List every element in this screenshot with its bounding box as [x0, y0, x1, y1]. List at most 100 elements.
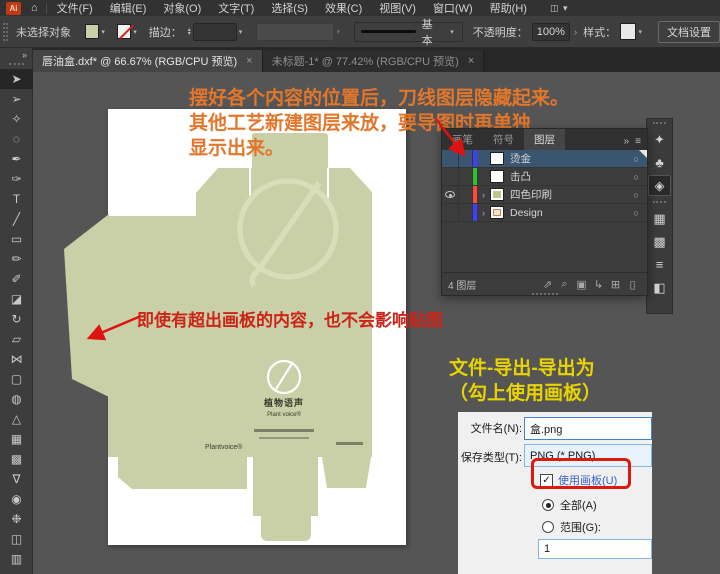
- curvature-tool[interactable]: ✑: [0, 169, 33, 189]
- menu-edit[interactable]: 编辑(E): [110, 0, 147, 16]
- panel-grip-icon[interactable]: [9, 63, 24, 65]
- direct-selection-tool[interactable]: ➢: [0, 89, 33, 109]
- opacity-field[interactable]: 100%: [532, 23, 570, 41]
- layer-name[interactable]: 四色印刷: [510, 187, 625, 202]
- visibility-toggle[interactable]: [442, 150, 459, 167]
- document-tab[interactable]: 未标题-1* @ 77.42% (RGB/CPU 预览)×: [263, 50, 485, 72]
- line-segment-tool[interactable]: ╱: [0, 209, 33, 229]
- chevron-right-icon[interactable]: ›: [574, 27, 577, 37]
- shaper-tool[interactable]: ✐: [0, 269, 33, 289]
- magic-wand-tool[interactable]: ✧: [0, 109, 33, 129]
- delete-layer-button[interactable]: ▯: [624, 278, 641, 291]
- chevron-down-icon[interactable]: ▾: [101, 28, 105, 36]
- layer-row-hot-stamping[interactable]: › 烫金 ○: [442, 150, 647, 168]
- eyedropper-tool[interactable]: ∇: [0, 469, 33, 489]
- menu-help[interactable]: 帮助(H): [490, 0, 527, 16]
- document-setup-button[interactable]: 文档设置: [658, 21, 720, 43]
- layer-row-emboss[interactable]: › 击凸 ○: [442, 168, 647, 186]
- target-circle[interactable]: ○: [625, 190, 647, 200]
- selection-tool[interactable]: ➤: [0, 69, 33, 89]
- new-sublayer-button[interactable]: ↳: [590, 278, 607, 291]
- panel-grip-icon[interactable]: [653, 122, 666, 124]
- layer-name[interactable]: Design: [510, 207, 625, 219]
- stroke-color-swatch[interactable]: [117, 24, 131, 39]
- panel-grip-icon[interactable]: [3, 23, 8, 41]
- document-tab-active[interactable]: 唇油盒.dxf* @ 66.67% (RGB/CPU 预览)×: [33, 50, 263, 72]
- paintbrush-tool[interactable]: ✏: [0, 249, 33, 269]
- close-icon[interactable]: ×: [468, 55, 474, 67]
- pathfinder-panel-icon[interactable]: ◧: [648, 277, 671, 298]
- free-transform-tool[interactable]: ▢: [0, 369, 33, 389]
- home-icon[interactable]: ⌂: [31, 2, 38, 14]
- eraser-tool[interactable]: ◪: [0, 289, 33, 309]
- all-label[interactable]: 全部(A): [560, 497, 597, 513]
- chevron-down-icon[interactable]: ▾: [638, 28, 642, 36]
- chevron-down-icon[interactable]: ▾: [133, 28, 137, 36]
- mesh-tool[interactable]: ▦: [0, 429, 33, 449]
- pen-tool[interactable]: ✒: [0, 149, 33, 169]
- stroke-weight-stepper[interactable]: ▴▾: [188, 28, 191, 36]
- panel-resize-grip[interactable]: [532, 293, 558, 295]
- shape-builder-tool[interactable]: ◍: [0, 389, 33, 409]
- app-logo[interactable]: Ai: [6, 2, 21, 15]
- collapse-panel-icon[interactable]: »: [624, 136, 630, 147]
- scale-tool[interactable]: ▱: [0, 329, 33, 349]
- tab-brushes[interactable]: 画笔: [442, 129, 483, 150]
- lock-toggle[interactable]: [459, 150, 473, 167]
- rectangle-tool[interactable]: ▭: [0, 229, 33, 249]
- menu-select[interactable]: 选择(S): [271, 0, 308, 16]
- symbol-sprayer-tool[interactable]: ❉: [0, 509, 33, 529]
- menu-type[interactable]: 文字(T): [218, 0, 254, 16]
- range-input[interactable]: 1: [538, 539, 652, 559]
- target-circle[interactable]: ○: [625, 172, 647, 182]
- collapse-panel-icon[interactable]: »: [0, 48, 32, 60]
- stroke-weight-field[interactable]: [193, 23, 237, 41]
- filename-input[interactable]: 盒.png: [524, 417, 652, 440]
- panel-menu-icon[interactable]: ≡: [635, 136, 641, 147]
- width-tool[interactable]: ⋈: [0, 349, 33, 369]
- tab-layers[interactable]: 图层: [524, 129, 565, 150]
- clipping-mask-button[interactable]: ▣: [573, 278, 590, 291]
- visibility-toggle[interactable]: [442, 186, 459, 203]
- visibility-toggle[interactable]: [442, 168, 459, 185]
- close-icon[interactable]: ×: [246, 55, 252, 67]
- brushes-panel-icon[interactable]: ✦: [648, 129, 671, 150]
- locate-object-button[interactable]: ⌕: [556, 278, 573, 291]
- workspace-switcher-icon[interactable]: ◫ ▾: [550, 3, 569, 14]
- tab-symbols[interactable]: 符号: [483, 129, 524, 150]
- lasso-tool[interactable]: ◌: [0, 129, 33, 149]
- gradient-tool[interactable]: ▩: [0, 449, 33, 469]
- menu-view[interactable]: 视图(V): [379, 0, 416, 16]
- type-tool[interactable]: T: [0, 189, 33, 209]
- range-radio[interactable]: [542, 521, 554, 533]
- new-layer-button[interactable]: ⊞: [607, 278, 624, 291]
- gradient-panel-icon[interactable]: ▩: [648, 231, 671, 252]
- layers-panel-icon[interactable]: ◈: [648, 175, 671, 196]
- symbols-panel-icon[interactable]: ♣: [648, 152, 671, 173]
- menu-effect[interactable]: 效果(C): [325, 0, 362, 16]
- menu-window[interactable]: 窗口(W): [433, 0, 473, 16]
- layer-name[interactable]: 烫金: [510, 151, 625, 166]
- lock-toggle[interactable]: [459, 168, 473, 185]
- target-circle[interactable]: ○: [625, 208, 647, 218]
- lock-toggle[interactable]: [459, 204, 473, 221]
- layer-row-cmyk-print[interactable]: › 四色印刷 ○: [442, 186, 647, 204]
- rotate-tool[interactable]: ↻: [0, 309, 33, 329]
- brush-definition-dropdown[interactable]: [256, 23, 334, 41]
- fill-color-swatch[interactable]: [85, 24, 99, 39]
- style-swatch[interactable]: [620, 23, 636, 40]
- range-label[interactable]: 范围(G):: [560, 519, 601, 535]
- menu-file[interactable]: 文件(F): [57, 0, 93, 16]
- artboard-tool[interactable]: ◫: [0, 529, 33, 549]
- all-radio[interactable]: [542, 499, 554, 511]
- chevron-down-icon[interactable]: ▾: [239, 28, 243, 36]
- expand-icon[interactable]: ›: [477, 208, 490, 218]
- stroke-style-dropdown[interactable]: 基本▾: [354, 22, 463, 42]
- graph-tool[interactable]: ▥: [0, 549, 33, 569]
- align-panel-icon[interactable]: ≡: [648, 254, 671, 275]
- artboards-panel-icon[interactable]: ▦: [648, 208, 671, 229]
- menu-object[interactable]: 对象(O): [163, 0, 201, 16]
- layer-name[interactable]: 击凸: [510, 169, 625, 184]
- expand-icon[interactable]: ›: [477, 190, 490, 200]
- visibility-toggle[interactable]: [442, 204, 459, 221]
